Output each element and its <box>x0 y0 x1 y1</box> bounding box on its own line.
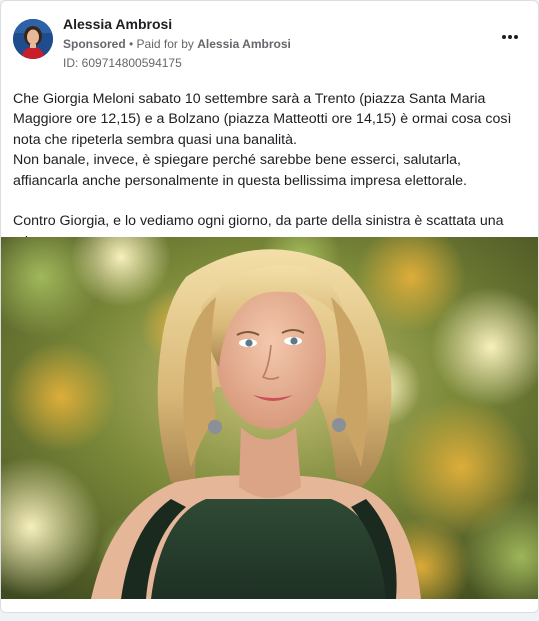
more-options-button[interactable] <box>498 27 522 47</box>
post-header: Alessia Ambrosi Sponsored • Paid for by … <box>13 13 526 73</box>
post-meta: Alessia Ambrosi Sponsored • Paid for by … <box>63 15 291 72</box>
card-footer <box>1 599 538 612</box>
post-paragraph-1: Che Giorgia Meloni sabato 10 settembre s… <box>13 91 512 148</box>
author-name[interactable]: Alessia Ambrosi <box>63 15 291 33</box>
portrait-photo-image <box>1 237 538 599</box>
avatar[interactable] <box>13 19 53 59</box>
sponsored-label: Sponsored <box>63 37 126 51</box>
payer-name[interactable]: Alessia Ambrosi <box>197 37 291 51</box>
ad-post-card: Alessia Ambrosi Sponsored • Paid for by … <box>0 0 539 613</box>
avatar-portrait-icon <box>13 19 53 59</box>
post-text: Che Giorgia Meloni sabato 10 settembre s… <box>13 89 529 252</box>
ad-id: ID: 609714800594175 <box>63 56 182 70</box>
paid-for-prefix: • Paid for by <box>125 37 198 51</box>
sponsored-line: Sponsored • Paid for by Alessia Ambrosi <box>63 35 291 53</box>
post-paragraph-2: Non banale, invece, è spiegare perché sa… <box>13 152 467 189</box>
post-photo[interactable] <box>1 237 538 599</box>
more-horizontal-icon <box>502 35 518 39</box>
